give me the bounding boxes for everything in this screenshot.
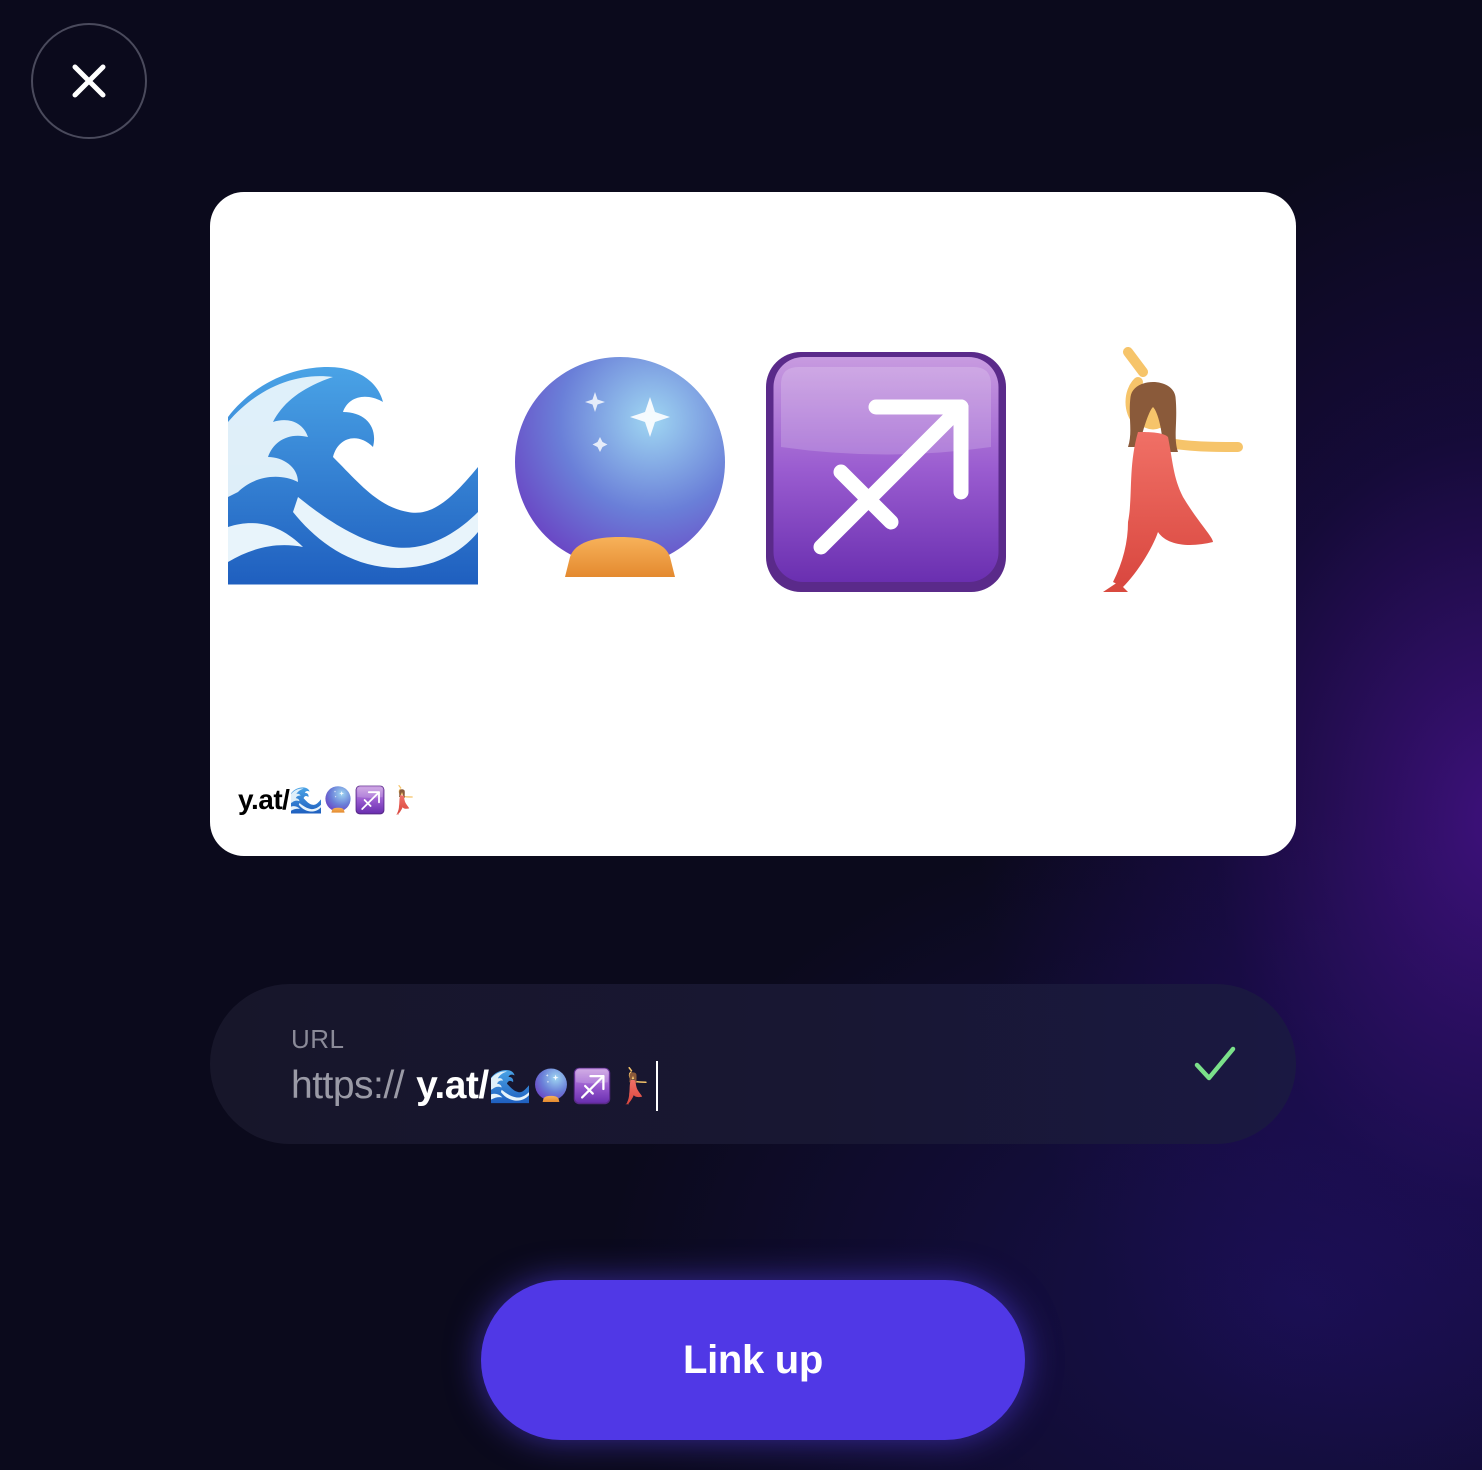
link-up-button[interactable]: Link up (481, 1280, 1025, 1440)
url-field[interactable]: URL https:// y.at/ (210, 984, 1296, 1144)
woman-dancing-icon (387, 785, 417, 815)
crystal-ball-icon (323, 785, 353, 815)
url-value-text: y.at/ (416, 1064, 489, 1107)
check-icon (1193, 1045, 1237, 1088)
url-label: URL (291, 1024, 345, 1054)
yat-preview-card: y.at/ (210, 192, 1296, 856)
woman-dancing-icon (1028, 347, 1278, 597)
crystal-ball-icon (495, 347, 745, 597)
card-emoji-row (228, 342, 1278, 602)
text-caret (655, 1061, 658, 1111)
water-wave-icon (291, 785, 321, 815)
card-handle-emojis (291, 785, 417, 815)
link-up-button-label: Link up (682, 1337, 824, 1382)
card-handle-text: y.at/ (238, 784, 290, 815)
url-input[interactable]: https:// y.at/ (291, 1060, 658, 1112)
woman-dancing-icon (614, 1067, 652, 1105)
close-icon (71, 63, 107, 99)
water-wave-icon (491, 1067, 529, 1105)
url-prefix: https:// (291, 1064, 405, 1107)
water-wave-icon (228, 347, 478, 597)
sagittarius-icon (573, 1067, 611, 1105)
sagittarius-icon (761, 347, 1011, 597)
url-value-emojis (491, 1067, 652, 1105)
close-button[interactable] (31, 23, 147, 139)
sagittarius-icon (355, 785, 385, 815)
crystal-ball-icon (532, 1067, 570, 1105)
card-handle: y.at/ (238, 780, 417, 820)
